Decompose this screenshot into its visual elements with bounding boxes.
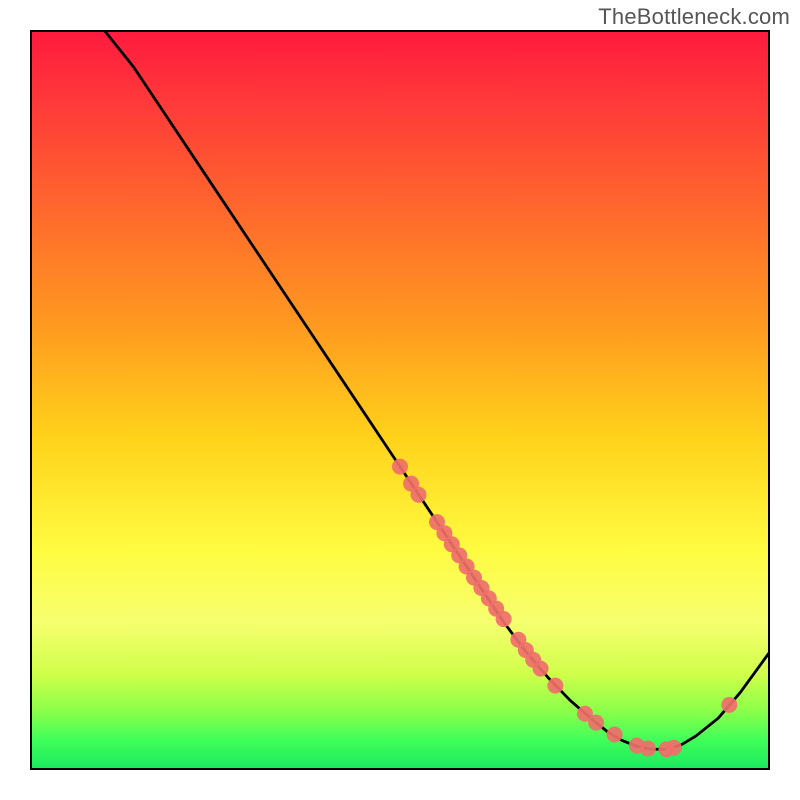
data-point	[411, 487, 427, 503]
curve-layer	[30, 30, 770, 770]
attribution-label: TheBottleneck.com	[598, 4, 790, 30]
plot-area	[30, 30, 770, 770]
data-point	[640, 741, 656, 757]
chart-root: TheBottleneck.com	[0, 0, 800, 800]
data-point	[496, 611, 512, 627]
data-point	[666, 740, 682, 756]
data-point	[533, 661, 549, 677]
data-point	[607, 726, 623, 742]
data-point	[721, 697, 737, 713]
data-point	[588, 715, 604, 731]
curve-path	[104, 30, 770, 749]
data-point	[547, 678, 563, 694]
data-point	[392, 459, 408, 475]
